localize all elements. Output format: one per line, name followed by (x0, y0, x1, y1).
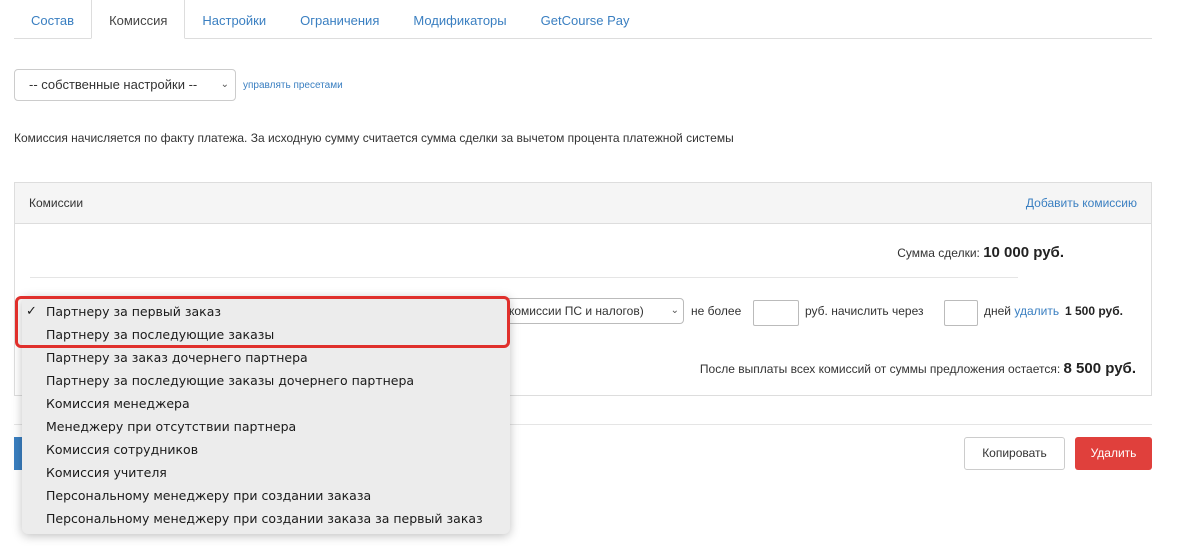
tab-bar: Состав Комиссия Настройки Ограничения Мо… (14, 0, 1152, 39)
days-input[interactable] (944, 300, 978, 326)
preset-select-value: -- собственные настройки -- (29, 77, 198, 92)
option-label: Менеджеру при отсутствии партнера (46, 419, 297, 434)
dropdown-option[interactable]: Персональному менеджеру при создании зак… (22, 507, 510, 530)
option-label: Партнеру за последующие заказы дочернего… (46, 373, 415, 388)
option-label: Партнеру за заказ дочернего партнера (46, 350, 308, 365)
tab-nastroyki[interactable]: Настройки (185, 0, 283, 38)
option-label: Персональному менеджеру при создании зак… (46, 488, 372, 503)
panel-title: Комиссии (29, 196, 84, 210)
dropdown-option[interactable]: Менеджеру при отсутствии партнера (22, 415, 510, 438)
chevron-down-icon: ⌄ (220, 79, 229, 90)
copy-button[interactable]: Копировать (964, 437, 1065, 470)
tab-getcourse-pay[interactable]: GetCourse Pay (524, 0, 647, 38)
preset-select[interactable]: -- собственные настройки -- ⌄ (14, 69, 236, 101)
delete-commission-link[interactable]: удалить (1014, 304, 1059, 318)
remaining-value: 8 500 руб. (1063, 360, 1136, 377)
tab-sostav[interactable]: Состав (14, 0, 91, 38)
remaining-sum: После выплаты всех комиссий от суммы пре… (700, 360, 1136, 377)
divider (30, 277, 1018, 278)
highlight-box (15, 296, 510, 348)
tab-komissiya[interactable]: Комиссия (91, 0, 186, 39)
commission-base-select[interactable]: комиссии ПС и налогов) ⌄ (506, 298, 684, 324)
days-text: дней (984, 304, 1012, 318)
not-more-label: не более (691, 304, 742, 318)
tab-modifikatory[interactable]: Модификаторы (396, 0, 523, 38)
option-label: Комиссия сотрудников (46, 442, 199, 457)
chevron-down-icon: ⌄ (670, 299, 679, 323)
tab-ogranicheniya[interactable]: Ограничения (283, 0, 396, 38)
manage-presets-link[interactable]: управлять пресетами (243, 80, 343, 91)
panel-header: Комиссии Добавить комиссию (15, 183, 1151, 224)
commission-amount: 1 500 руб. (1065, 304, 1123, 318)
days-label: дней удалить (984, 304, 1059, 318)
commission-base-value: комиссии ПС и налогов) (509, 304, 644, 318)
add-commission-link[interactable]: Добавить комиссию (1026, 196, 1137, 210)
dropdown-option[interactable]: Персональному менеджеру при создании зак… (22, 484, 510, 507)
deal-sum-value: 10 000 руб. (983, 244, 1064, 261)
dropdown-option[interactable]: Комиссия менеджера (22, 392, 510, 415)
dropdown-option[interactable]: Партнеру за заказ дочернего партнера (22, 346, 510, 369)
delete-button[interactable]: Удалить (1075, 437, 1152, 470)
deal-sum-label: Сумма сделки: (897, 246, 980, 260)
dropdown-option[interactable]: Комиссия сотрудников (22, 438, 510, 461)
max-amount-input[interactable] (753, 300, 799, 326)
deal-sum: Сумма сделки: 10 000 руб. (897, 244, 1064, 261)
option-label: Персональному менеджеру при создании зак… (46, 511, 483, 526)
dropdown-option[interactable]: Комиссия учителя (22, 461, 510, 484)
option-label: Комиссия учителя (46, 465, 167, 480)
remaining-label: После выплаты всех комиссий от суммы пре… (699, 362, 1061, 376)
dropdown-option[interactable]: Партнеру за последующие заказы дочернего… (22, 369, 510, 392)
accrue-after-label: руб. начислить через (805, 304, 924, 318)
option-label: Комиссия менеджера (46, 396, 190, 411)
commission-info-text: Комиссия начисляется по факту платежа. З… (14, 131, 734, 145)
